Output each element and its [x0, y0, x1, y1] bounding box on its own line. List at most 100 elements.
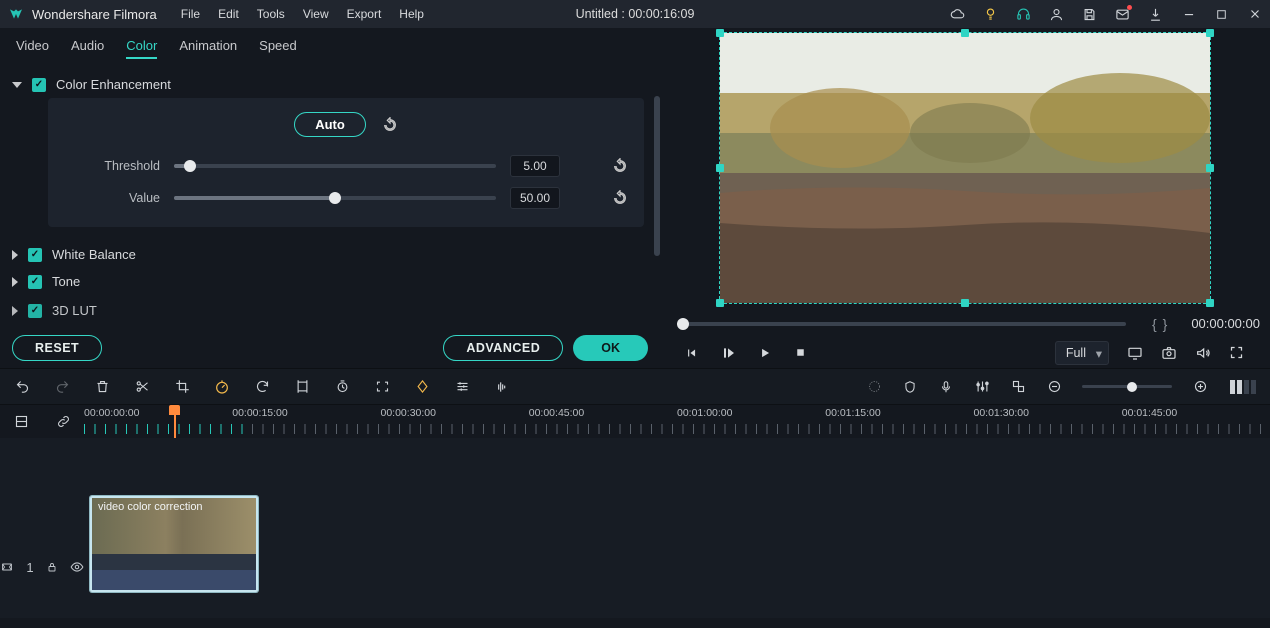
crop-icon[interactable]: [174, 379, 190, 395]
preview-canvas: [720, 33, 1210, 303]
reset-button[interactable]: RESET: [12, 335, 102, 361]
undo-icon[interactable]: [14, 379, 30, 395]
preview-selection[interactable]: [719, 32, 1211, 304]
fullscreen-icon[interactable]: [1229, 345, 1244, 360]
display-icon[interactable]: [1127, 345, 1143, 361]
ruler-label: 00:00:45:00: [529, 407, 677, 419]
section-title-color-enhancement: Color Enhancement: [56, 77, 171, 92]
keyframe-icon[interactable]: [414, 379, 430, 395]
preview-timecode: 00:00:00:00: [1191, 316, 1260, 331]
audio-mixer-icon[interactable]: [974, 379, 990, 395]
ok-button[interactable]: OK: [573, 335, 648, 361]
visibility-icon[interactable]: [70, 560, 84, 574]
mix-icon[interactable]: [866, 379, 882, 395]
reset-threshold-icon[interactable]: [612, 158, 628, 174]
rotate-icon[interactable]: [254, 379, 270, 395]
timeline-toolbar: [0, 368, 1270, 404]
value-value[interactable]: 50.00: [510, 187, 560, 209]
color-enhancement-body: Auto Threshold 5.00 Value: [48, 98, 644, 227]
zoom-in-icon[interactable]: [1192, 379, 1208, 395]
section-title-white-balance: White Balance: [52, 247, 136, 262]
section-title-tone: Tone: [52, 274, 80, 289]
tab-audio[interactable]: Audio: [71, 38, 104, 59]
play-icon[interactable]: [758, 346, 772, 360]
playback-quality-dropdown[interactable]: Full: [1055, 341, 1109, 365]
seek-slider[interactable]: [678, 322, 1126, 326]
ruler-label: 00:00:00:00: [84, 407, 232, 419]
mark-in-out[interactable]: {}: [1152, 316, 1173, 332]
tone-checkbox[interactable]: ✓: [28, 275, 42, 289]
account-icon[interactable]: [1049, 7, 1064, 22]
ruler-label: 00:01:15:00: [825, 407, 973, 419]
duration-icon[interactable]: [334, 379, 350, 395]
speed-icon[interactable]: [214, 379, 230, 395]
marker-shield-icon[interactable]: [902, 379, 918, 395]
chevron-right-icon[interactable]: [12, 250, 18, 260]
adjust-icon[interactable]: [454, 379, 470, 395]
menu-file[interactable]: File: [181, 7, 200, 21]
track-manager-icon[interactable]: [14, 414, 29, 429]
menu-help[interactable]: Help: [399, 7, 424, 21]
threshold-value[interactable]: 5.00: [510, 155, 560, 177]
lightbulb-icon[interactable]: [983, 7, 998, 22]
chevron-right-icon[interactable]: [12, 306, 18, 316]
snapshot-icon[interactable]: [1161, 345, 1177, 361]
white-balance-checkbox[interactable]: ✓: [28, 248, 42, 262]
app-title: Wondershare Filmora: [32, 7, 157, 22]
zoom-out-icon[interactable]: [1046, 379, 1062, 395]
reset-auto-icon[interactable]: [382, 117, 398, 133]
tab-speed[interactable]: Speed: [259, 38, 297, 59]
threshold-slider[interactable]: [174, 164, 496, 168]
save-icon[interactable]: [1082, 7, 1097, 22]
preview-pane: {} 00:00:00:00 Full: [660, 28, 1270, 368]
tab-animation[interactable]: Animation: [179, 38, 237, 59]
delete-icon[interactable]: [94, 379, 110, 395]
link-icon[interactable]: [56, 414, 71, 429]
stop-icon[interactable]: [794, 346, 807, 359]
timeline-ruler[interactable]: 00:00:00:0000:00:15:0000:00:30:0000:00:4…: [84, 405, 1270, 438]
group-icon[interactable]: [1010, 379, 1026, 395]
menu-edit[interactable]: Edit: [218, 7, 239, 21]
reset-value-icon[interactable]: [612, 190, 628, 206]
prev-frame-icon[interactable]: [684, 346, 698, 360]
fit-icon[interactable]: [374, 379, 390, 395]
ruler-label: 00:00:30:00: [381, 407, 529, 419]
lock-icon[interactable]: [46, 561, 58, 573]
chevron-down-icon[interactable]: [12, 82, 22, 88]
play-pause-icon[interactable]: [720, 345, 736, 361]
advanced-button[interactable]: ADVANCED: [443, 335, 563, 361]
lut-checkbox[interactable]: ✓: [28, 304, 42, 318]
video-clip[interactable]: video color correction: [90, 496, 258, 592]
zoom-slider[interactable]: [1082, 385, 1172, 388]
headphones-icon[interactable]: [1016, 7, 1031, 22]
cloud-icon[interactable]: [950, 7, 965, 22]
volume-icon[interactable]: [1195, 345, 1211, 361]
track-body[interactable]: video color correction: [84, 438, 1270, 618]
message-icon[interactable]: [1115, 7, 1130, 22]
value-slider[interactable]: [174, 196, 496, 200]
voiceover-icon[interactable]: [938, 379, 954, 395]
auto-button[interactable]: Auto: [294, 112, 366, 137]
zoom-fit-icon[interactable]: [1228, 380, 1256, 394]
panel-tabs: Video Audio Color Animation Speed: [0, 28, 660, 65]
redo-icon[interactable]: [54, 379, 70, 395]
close-icon[interactable]: [1247, 7, 1262, 22]
audio-wave-icon[interactable]: [494, 379, 510, 395]
track-number: 1: [26, 560, 33, 575]
chevron-right-icon[interactable]: [12, 277, 18, 287]
tab-color[interactable]: Color: [126, 38, 157, 59]
split-icon[interactable]: [134, 379, 150, 395]
menu-tools[interactable]: Tools: [257, 7, 285, 21]
menu-export[interactable]: Export: [347, 7, 382, 21]
download-icon[interactable]: [1148, 7, 1163, 22]
tab-video[interactable]: Video: [16, 38, 49, 59]
menu-view[interactable]: View: [303, 7, 329, 21]
properties-panel: Video Audio Color Animation Speed ✓ Colo…: [0, 28, 660, 368]
maximize-icon[interactable]: [1214, 7, 1229, 22]
timeline-tracks: 1 video color correction: [0, 438, 1270, 618]
minimize-icon[interactable]: [1181, 7, 1196, 22]
color-enhancement-checkbox[interactable]: ✓: [32, 78, 46, 92]
ruler-label: 00:01:30:00: [974, 407, 1122, 419]
frame-icon[interactable]: [294, 379, 310, 395]
value-label: Value: [64, 191, 160, 205]
